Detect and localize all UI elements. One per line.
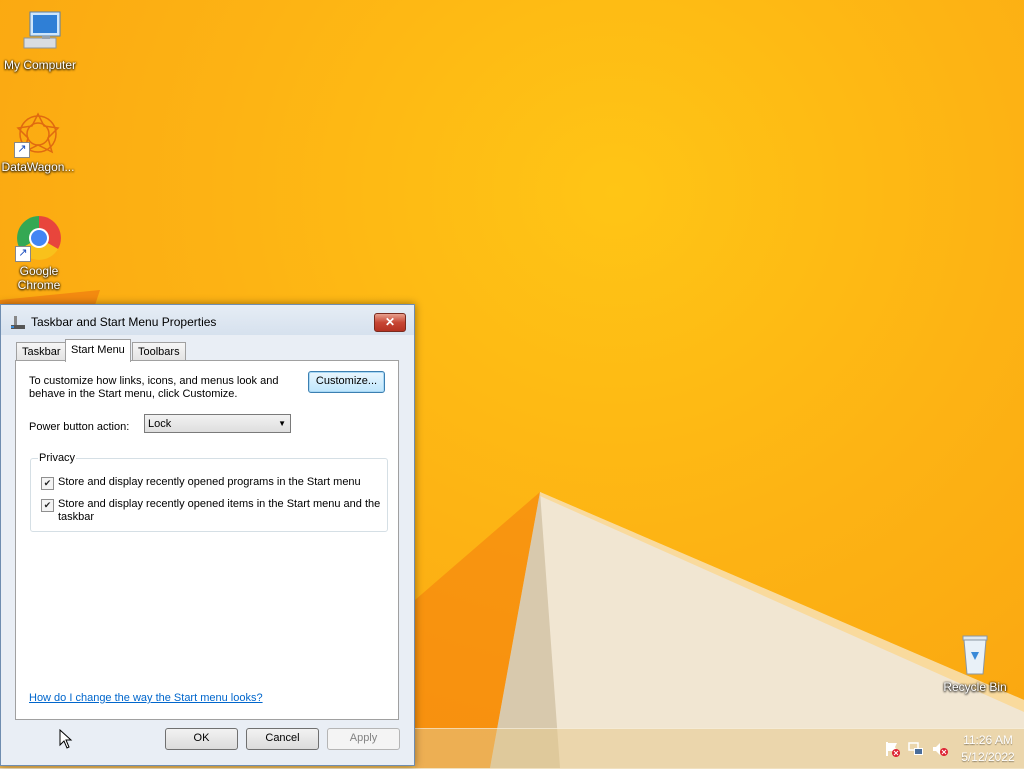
clock-time: 11:26 AM [963, 733, 1013, 747]
power-button-action-select[interactable]: Lock ▼ [144, 414, 291, 433]
taskbar-properties-icon [10, 314, 26, 330]
desktop-icon-label: DataWagon... [1, 160, 75, 174]
dialog-titlebar[interactable]: Taskbar and Start Menu Properties ✕ [1, 305, 414, 335]
volume-muted-icon[interactable] [931, 740, 949, 758]
clock[interactable]: 11:26 AM 5/12/2022 [952, 732, 1024, 766]
privacy-group: Privacy ✔ Store and display recently ope… [30, 452, 388, 532]
mouse-cursor-icon [59, 729, 73, 749]
cancel-button[interactable]: Cancel [246, 728, 319, 750]
start-menu-tab-panel: To customize how links, icons, and menus… [15, 360, 399, 720]
tab-start-menu[interactable]: Start Menu [65, 339, 131, 362]
chevron-down-icon: ▼ [278, 419, 286, 428]
recent-programs-label: Store and display recently opened progra… [58, 476, 361, 488]
network-icon[interactable] [907, 740, 925, 758]
action-center-flag-icon[interactable] [883, 740, 901, 758]
tab-taskbar[interactable]: Taskbar [16, 342, 67, 361]
desktop-icon-label: Recycle Bin [943, 680, 1007, 694]
desktop-icon-label: Google Chrome [17, 264, 61, 292]
desktop-icon-label: My Computer [3, 58, 77, 72]
recent-items-option[interactable]: ✔ Store and display recently opened item… [41, 498, 383, 524]
system-tray: 11:26 AM 5/12/2022 [880, 729, 1024, 769]
clock-date: 5/12/2022 [961, 750, 1015, 764]
desktop-icon-datawagon[interactable]: ↗ DataWagon... [0, 110, 78, 174]
ok-button[interactable]: OK [165, 728, 238, 750]
tab-toolbars[interactable]: Toolbars [132, 342, 186, 361]
power-button-label: Power button action: [29, 421, 130, 433]
recycle-bin-icon [951, 630, 999, 678]
desktop-icon-my-computer[interactable]: My Computer [0, 8, 80, 72]
desktop-icon-recycle-bin[interactable]: Recycle Bin [935, 630, 1015, 694]
shortcut-arrow-icon: ↗ [14, 142, 30, 158]
customize-button[interactable]: Customize... [308, 371, 385, 393]
shortcut-arrow-icon: ↗ [15, 246, 31, 262]
taskbar-start-menu-properties-dialog: Taskbar and Start Menu Properties ✕ Task… [0, 304, 415, 766]
recent-items-checkbox[interactable]: ✔ [41, 499, 54, 512]
recent-programs-checkbox[interactable]: ✔ [41, 477, 54, 490]
recent-programs-option[interactable]: ✔ Store and display recently opened prog… [41, 476, 383, 490]
privacy-legend: Privacy [38, 452, 77, 464]
dialog-title: Taskbar and Start Menu Properties [31, 315, 217, 329]
chrome-icon: ↗ [15, 214, 63, 262]
recent-items-label: Store and display recently opened items … [58, 498, 381, 523]
close-button[interactable]: ✕ [374, 313, 406, 332]
apply-button[interactable]: Apply [327, 728, 400, 750]
desktop-icon-google-chrome[interactable]: ↗ Google Chrome [0, 214, 79, 292]
computer-icon [16, 8, 64, 56]
power-button-value: Lock [148, 418, 172, 430]
datawagon-icon: ↗ [14, 110, 62, 158]
customize-description: To customize how links, icons, and menus… [29, 375, 279, 400]
help-link[interactable]: How do I change the way the Start menu l… [29, 692, 263, 704]
